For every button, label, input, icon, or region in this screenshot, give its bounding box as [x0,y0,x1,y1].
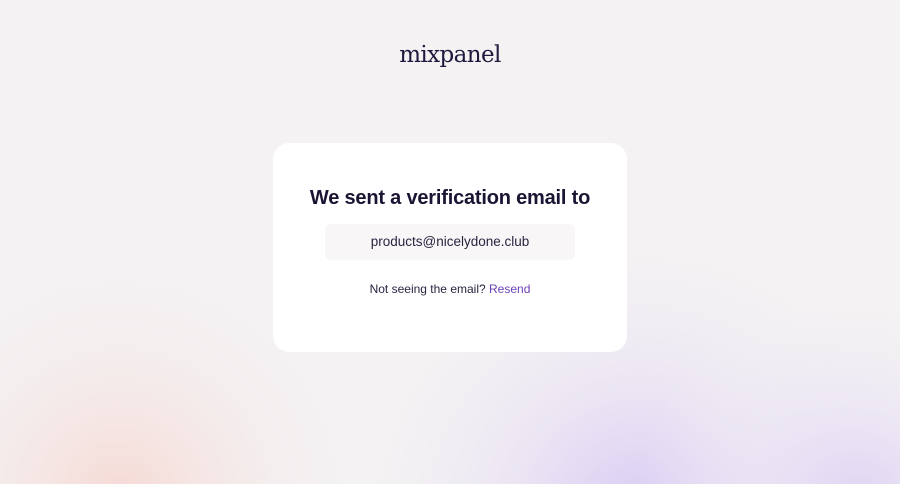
resend-link[interactable]: Resend [489,282,530,296]
email-display: products@nicelydone.club [325,224,575,260]
verification-title: We sent a verification email to [309,187,591,209]
verification-card: We sent a verification email to products… [273,143,627,352]
mixpanel-logo: mixpanel [0,42,900,68]
resend-row: Not seeing the email? Resend [273,282,627,296]
logo-text: mixpanel [399,42,501,68]
resend-prompt: Not seeing the email? [369,282,486,296]
